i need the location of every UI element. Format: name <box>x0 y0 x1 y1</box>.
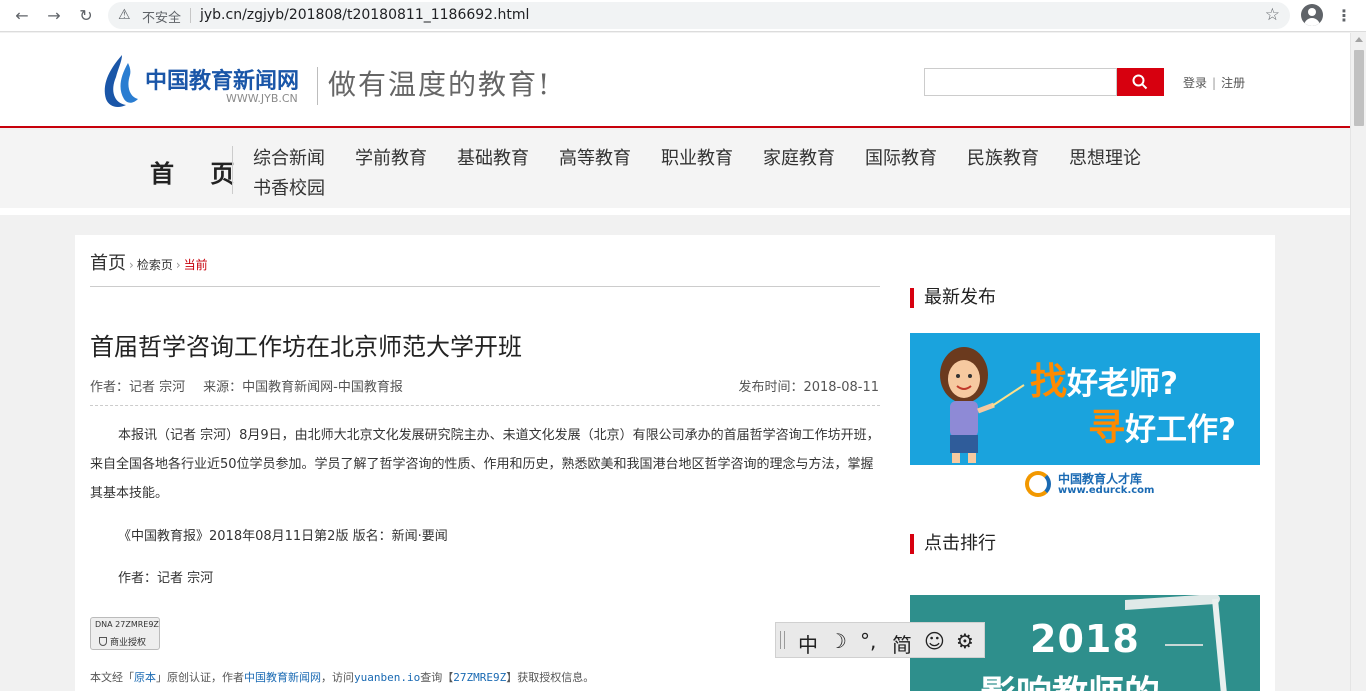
nav-item[interactable]: 家庭教育 <box>763 144 835 170</box>
login-link[interactable]: 登录 <box>1183 76 1207 90</box>
breadcrumb-search[interactable]: 检索页 <box>137 258 173 272</box>
nav-item[interactable]: 综合新闻 <box>253 144 325 170</box>
site-slogan: 做有温度的教育! <box>328 68 552 101</box>
breadcrumb: 首页 › 检索页 › 当前 <box>90 249 208 275</box>
article-body: 本报讯（记者 宗河）8月9日，由北师大北京文化发展研究院主办、未道文化发展（北京… <box>90 428 880 501</box>
security-label: 不安全 <box>142 11 182 26</box>
logo-url: WWW.JYB.CN <box>226 92 298 105</box>
breadcrumb-home[interactable]: 首页 <box>90 253 126 274</box>
dna-code: DNA 27ZMRE9Z <box>95 620 159 629</box>
copyright-text: ，访问 <box>321 671 354 684</box>
meta-divider <box>90 405 880 406</box>
talent-logo-icon <box>1025 471 1051 497</box>
nav-item[interactable]: 民族教育 <box>967 144 1039 170</box>
logo-flame-icon[interactable] <box>100 53 140 109</box>
browser-menu-icon[interactable]: ⋮ <box>1336 6 1352 25</box>
article-title: 首届哲学咨询工作坊在北京师范大学开班 <box>90 333 522 361</box>
nav-item[interactable]: 国际教育 <box>865 144 937 170</box>
nav-divider <box>232 146 233 194</box>
content-card: 首页 › 检索页 › 当前 首届哲学咨询工作坊在北京师范大学开班 作者：记者 宗河 来源：… <box>75 235 1275 691</box>
punctuation-toggle[interactable]: °, <box>860 629 876 653</box>
dna-code-link[interactable]: 27ZMRE9Z <box>453 671 506 684</box>
ad-site: www.edurck.com <box>1058 485 1155 496</box>
ime-drag-handle[interactable] <box>780 631 785 649</box>
ad-headline-2: 寻好工作? <box>1088 397 1236 451</box>
nav-home[interactable]: 首 页 <box>150 154 248 189</box>
address-bar[interactable]: ⚠ 不安全 jyb.cn/zgjyb/201808/t20180811_1186… <box>108 2 1290 29</box>
article-author-line: 作者：记者 宗河 <box>118 571 214 586</box>
vertical-scrollbar[interactable] <box>1350 33 1366 691</box>
scroll-thumb[interactable] <box>1354 50 1364 126</box>
back-icon[interactable]: ← <box>12 6 32 26</box>
nav-item[interactable]: 思想理论 <box>1069 144 1141 170</box>
copyright-text: 本文经「 <box>90 671 134 684</box>
nav-item[interactable]: 学前教育 <box>355 144 427 170</box>
talent-ad-banner[interactable]: 找好老师? 寻好工作? 中国教育人才库 www.edurck.com <box>910 333 1260 508</box>
profile-avatar-icon[interactable] <box>1301 4 1323 26</box>
ad-seek-char: 寻 <box>1088 406 1125 449</box>
dna-license-label: 商业授权 <box>110 638 147 648</box>
copyright-text: 】获取授权信息。 <box>506 671 595 684</box>
breadcrumb-current: 当前 <box>183 258 208 272</box>
chevron-right-icon: › <box>175 258 181 272</box>
ad-seek-rest: 好工作? <box>1125 412 1236 448</box>
yuanben-site-link[interactable]: yuanben.io <box>354 671 420 684</box>
teacher-banner-year: 2018 <box>1030 617 1140 661</box>
bookmark-star-icon[interactable]: ☆ <box>1265 5 1280 25</box>
ime-language-toggle[interactable]: 中 <box>798 629 818 658</box>
nav-strip <box>0 208 1350 215</box>
teacher-banner-subtitle: 影响教师的 <box>980 665 1160 691</box>
nav-item[interactable]: 基础教育 <box>457 144 529 170</box>
url-text[interactable]: jyb.cn/zgjyb/201808/t20180811_1186692.ht… <box>200 7 529 23</box>
ranking-heading: 点击排行 <box>910 534 996 554</box>
main-navigation: 首 页 综合新闻 学前教育 基础教育 高等教育 职业教育 家庭教育 国际教育 民… <box>0 130 1350 208</box>
ad-find-char: 找 <box>1030 360 1067 403</box>
omnibox-separator <box>190 8 191 23</box>
warning-icon: ⚠ <box>118 7 131 23</box>
article-source: 来源：中国教育新闻网-中国教育报 <box>203 380 403 395</box>
logo-divider <box>317 67 318 105</box>
author-link[interactable]: 中国教育新闻网 <box>244 671 321 684</box>
nav-item[interactable]: 书香校园 <box>253 174 325 200</box>
dna-license: 商业授权 <box>99 635 146 648</box>
site-header: 中国教育新闻网 WWW.JYB.CN 做有温度的教育! 登录 | 注册 <box>0 33 1350 128</box>
copyright-text: 查询【 <box>420 671 454 684</box>
nav-item[interactable]: 职业教育 <box>661 144 733 170</box>
scroll-up-icon[interactable] <box>1355 37 1363 42</box>
ime-toolbar: 中 ☽ °, 简 ☺ ⚙ <box>775 622 985 658</box>
moon-icon[interactable]: ☽ <box>829 629 847 653</box>
gear-icon[interactable]: ⚙ <box>956 629 974 653</box>
chevron-right-icon: › <box>129 258 134 272</box>
latest-heading: 最新发布 <box>910 288 996 308</box>
article-author: 作者：记者 宗河 <box>90 380 186 395</box>
breadcrumb-divider <box>90 286 880 287</box>
dna-badge[interactable]: DNA 27ZMRE9Z 商业授权 <box>90 617 160 650</box>
copyright-note: 本文经「原本」原创认证，作者中国教育新闻网，访问yuanben.io查询【27Z… <box>90 669 594 685</box>
teacher-illustration <box>940 347 1025 463</box>
article-edition: 《中国教育报》2018年08月11日第2版 版名：新闻·要闻 <box>118 529 448 544</box>
yuanben-link[interactable]: 原本 <box>134 671 156 684</box>
link-separator: | <box>1212 76 1217 90</box>
search-button[interactable] <box>1117 68 1164 96</box>
forward-icon[interactable]: → <box>44 6 64 26</box>
reload-icon[interactable]: ↻ <box>76 6 96 26</box>
shield-icon <box>99 637 107 646</box>
register-link[interactable]: 注册 <box>1221 76 1245 90</box>
search-icon <box>1132 74 1148 90</box>
page-viewport: 中国教育新闻网 WWW.JYB.CN 做有温度的教育! 登录 | 注册 首 页 综合… <box>0 33 1350 691</box>
script-toggle[interactable]: 简 <box>892 629 912 658</box>
article-meta: 作者：记者 宗河 来源：中国教育新闻网-中国教育报 <box>90 376 403 395</box>
article-date: 发布时间：2018-08-11 <box>738 380 879 395</box>
emoji-icon[interactable]: ☺ <box>924 629 945 653</box>
search-input[interactable] <box>924 68 1117 96</box>
browser-toolbar: ← → ↻ ⚠ 不安全 jyb.cn/zgjyb/201808/t2018081… <box>0 0 1366 32</box>
copyright-text: 」原创认证，作者 <box>156 671 244 684</box>
logo-name[interactable]: 中国教育新闻网 <box>145 63 299 95</box>
nav-item[interactable]: 高等教育 <box>559 144 631 170</box>
account-links: 登录 | 注册 <box>1183 74 1245 91</box>
